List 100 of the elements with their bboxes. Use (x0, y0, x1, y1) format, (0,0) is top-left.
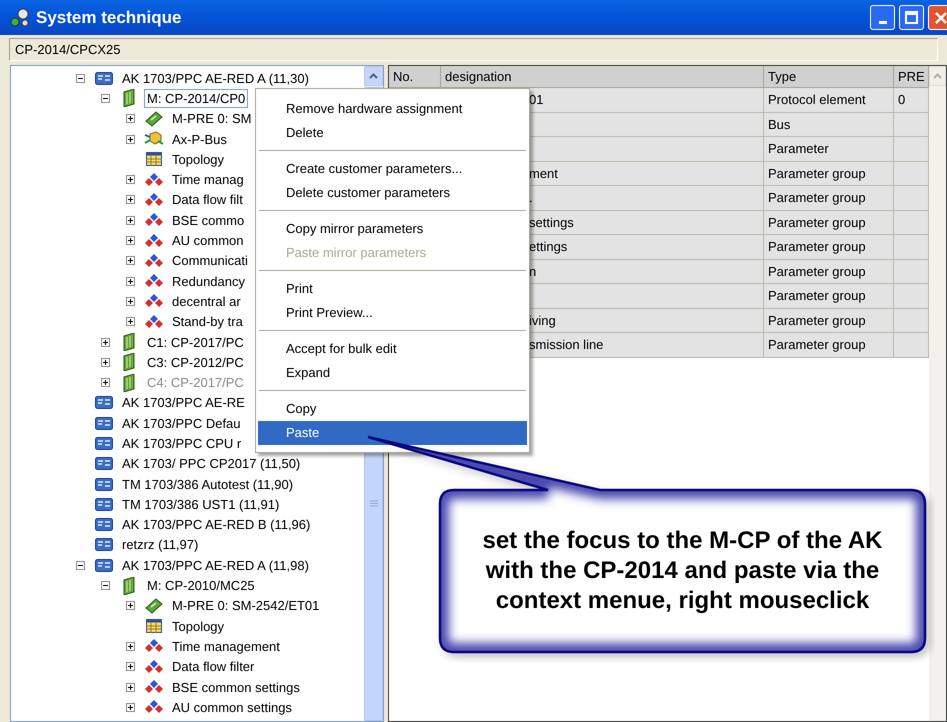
expand-icon[interactable] (126, 601, 135, 610)
expand-icon[interactable] (126, 702, 135, 712)
collapse-icon[interactable] (101, 94, 110, 103)
tree-item[interactable]: AU common (169, 231, 247, 250)
window-title: System technique (36, 6, 182, 29)
table-cell-text: n (529, 262, 536, 280)
network-card-icon (95, 396, 113, 410)
tree-item[interactable]: M-PRE 0: SM (169, 109, 254, 128)
maximize-button[interactable] (899, 5, 924, 30)
expand-icon[interactable] (126, 195, 135, 204)
tree-item[interactable]: TM 1703/386 UST1 (11,91) (119, 494, 282, 514)
expand-icon[interactable] (126, 276, 135, 286)
table-icon (146, 619, 162, 634)
callout-text: set the focus to the M-CP of the AK with the CP-2014 and paste via the context menue, right mouseclick (481, 526, 884, 616)
expand-icon[interactable] (126, 317, 135, 326)
tree-item[interactable]: Communicati (169, 251, 251, 270)
expand-icon[interactable] (126, 175, 135, 184)
tree-item[interactable]: AK 1703/PPC Defau (119, 414, 244, 433)
tree-item[interactable]: C1: CP-2017/PC (144, 332, 247, 352)
expand-icon[interactable] (126, 682, 135, 692)
scrollbar[interactable] (929, 66, 946, 721)
tree-item[interactable]: Redundancy (169, 272, 248, 291)
expand-icon[interactable] (126, 256, 135, 266)
expand-icon[interactable] (126, 114, 135, 124)
module-card-icon (121, 374, 137, 392)
table-cell-text: Protocol element (768, 91, 866, 109)
path-field: CP-2014/CPCX25 (9, 38, 938, 61)
circuit-board-icon (145, 110, 163, 127)
tree-item[interactable]: TM 1703/386 Autotest (11,90) (119, 474, 296, 494)
expand-icon[interactable] (126, 296, 135, 306)
menu-item[interactable]: Copy (258, 396, 527, 420)
tree-item[interactable]: AK 1703/ PPC CP2017 (11,50) (119, 454, 304, 474)
tree-item[interactable]: retzrz (11,97) (119, 535, 202, 554)
tree-item[interactable]: AK 1703/PPC AE-RED B (11,96) (119, 515, 314, 534)
table-cell-text: Bus (768, 116, 790, 134)
tree-item[interactable]: Data flow filt (169, 190, 246, 210)
menu-item[interactable]: Remove hardware assignment (258, 96, 527, 120)
tree-item[interactable]: Topology (169, 150, 228, 169)
expand-icon[interactable] (126, 642, 135, 651)
menu-item[interactable]: Delete (258, 120, 527, 145)
network-card-icon (95, 478, 113, 491)
collapse-icon[interactable] (101, 581, 110, 590)
diamonds-icon (144, 254, 164, 268)
table-cell-text: 0 (898, 91, 906, 109)
tree-item[interactable]: Time management (169, 636, 283, 656)
menu-item[interactable]: Print (258, 276, 527, 300)
expand-icon[interactable] (126, 662, 135, 672)
network-card-icon (95, 72, 113, 85)
close-button[interactable] (928, 5, 947, 30)
tree-item[interactable]: Data flow filter (169, 657, 258, 676)
menu-item[interactable]: Copy mirror parameters (258, 216, 527, 240)
table-cell-text: ment (529, 164, 558, 182)
grip-icon (370, 500, 378, 508)
network-card-icon (95, 538, 113, 552)
tree-item[interactable]: M: CP-2014/CP0 (144, 88, 248, 108)
collapse-icon[interactable] (76, 74, 85, 83)
tree-item[interactable]: Ax-P-Bus (169, 130, 230, 149)
tree-item[interactable]: Stand-by tra (169, 312, 246, 332)
menu-item[interactable]: Print Preview... (258, 300, 527, 325)
table-cell-text: Parameter group (768, 164, 866, 183)
tree-item[interactable]: BSE commo (169, 210, 248, 230)
table-icon (146, 152, 162, 166)
expand-icon[interactable] (101, 358, 110, 367)
expand-icon[interactable] (126, 134, 135, 144)
diamonds-icon (144, 213, 164, 228)
diamonds-icon (144, 192, 164, 207)
menu-item[interactable]: Paste (258, 420, 527, 445)
tree-item[interactable]: M: CP-2010/MC25 (144, 576, 258, 596)
menu-item[interactable]: Create customer parameters... (258, 156, 527, 180)
table-cell-text: ettings (529, 238, 568, 256)
tree-item[interactable]: AK 1703/PPC AE-RE (119, 393, 248, 412)
tree-item[interactable]: M-PRE 0: SM-2542/ET01 (169, 596, 322, 616)
expand-icon[interactable] (126, 236, 135, 246)
cube-icon (144, 131, 164, 148)
tree-item[interactable]: AK 1703/PPC AE-RED A (11,30) (119, 68, 312, 88)
expand-icon[interactable] (126, 216, 135, 225)
tree-item[interactable]: AU common settings (169, 698, 295, 717)
collapse-icon[interactable] (76, 560, 85, 570)
scroll-up-button[interactable] (364, 66, 384, 86)
menu-item[interactable]: Delete customer parameters (258, 180, 527, 205)
network-card-icon (95, 518, 113, 532)
tree-item[interactable]: Time manag (169, 170, 247, 190)
tree-item[interactable]: BSE common settings (169, 678, 303, 697)
tree-item[interactable]: AK 1703/PPC AE-RED A (11,98) (119, 556, 312, 575)
tree-item[interactable]: C3: CP-2012/PC (144, 352, 247, 372)
network-card-icon (95, 416, 113, 430)
diamonds-icon (144, 639, 164, 654)
network-card-icon (95, 436, 113, 450)
network-card-icon (95, 457, 113, 470)
diamonds-icon (144, 294, 164, 308)
tree-item[interactable]: Topology (169, 616, 228, 636)
network-card-icon (95, 558, 113, 572)
menu-item[interactable]: Accept for bulk edit (258, 336, 527, 360)
minimize-button[interactable] (870, 5, 895, 30)
maximize-icon (905, 11, 918, 24)
tree-item[interactable]: decentral ar (169, 292, 244, 311)
menu-item[interactable]: Expand (258, 360, 527, 385)
tree-item[interactable]: AK 1703/PPC CPU r (119, 434, 244, 453)
expand-icon[interactable] (101, 338, 110, 346)
module-card-icon (121, 576, 137, 595)
